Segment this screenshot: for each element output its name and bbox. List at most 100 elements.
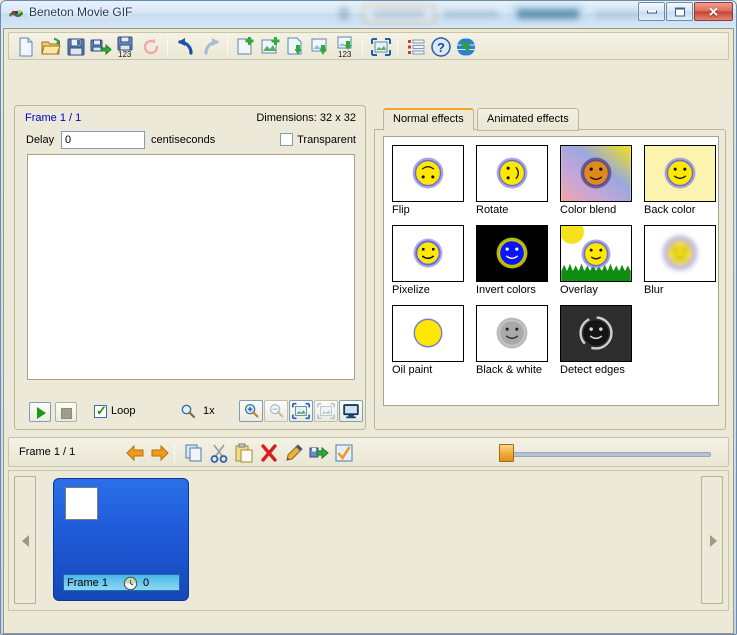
frame-thumbnail-caption: Frame 1 0 bbox=[63, 574, 180, 591]
next-frame-button[interactable] bbox=[150, 444, 170, 462]
copy-icon[interactable] bbox=[184, 443, 204, 463]
client-area: 123 123 ? Frame 1 / 1 Dimensions: 32 x 3… bbox=[3, 28, 734, 634]
effect-label: Flip bbox=[392, 204, 410, 216]
effect-thumbnail bbox=[644, 145, 716, 202]
transparent-checkbox[interactable] bbox=[280, 133, 293, 146]
resize-canvas-icon[interactable] bbox=[370, 36, 392, 58]
effect-thumbnail bbox=[392, 145, 464, 202]
effect-pixelize[interactable]: Pixelize bbox=[392, 225, 464, 296]
edit-pencil-icon[interactable] bbox=[284, 443, 304, 463]
chevron-right-icon bbox=[710, 535, 717, 547]
close-icon: ✕ bbox=[708, 4, 719, 19]
magnifier-icon bbox=[181, 404, 196, 419]
previous-frame-button[interactable] bbox=[125, 444, 145, 462]
new-icon[interactable] bbox=[15, 36, 37, 58]
effect-label: Color blend bbox=[560, 204, 617, 216]
effect-invert-colors[interactable]: Invert colors bbox=[476, 225, 548, 296]
cut-scissors-icon[interactable] bbox=[209, 443, 229, 463]
actual-size-button[interactable] bbox=[339, 400, 363, 422]
fit-window-button[interactable] bbox=[314, 400, 338, 422]
tab-normal-effects[interactable]: Normal effects bbox=[383, 108, 474, 131]
stop-button[interactable] bbox=[55, 402, 77, 422]
beneton-logo-icon bbox=[9, 10, 23, 18]
import-file-icon[interactable] bbox=[285, 36, 307, 58]
effect-label: Pixelize bbox=[392, 284, 430, 296]
effect-thumbnail bbox=[560, 305, 632, 362]
effect-oil-paint[interactable]: Oil paint bbox=[392, 305, 464, 376]
play-icon bbox=[37, 407, 46, 419]
application-window: Beneton Movie GIF ✕ 123 123 ? Frame 1 / … bbox=[0, 0, 737, 635]
main-toolbar: 123 123 ? bbox=[8, 32, 729, 60]
minimize-button[interactable] bbox=[638, 2, 665, 21]
background-ghost bbox=[595, 10, 639, 18]
scroll-right-button[interactable] bbox=[701, 476, 723, 604]
effect-label: Overlay bbox=[560, 284, 598, 296]
slider-thumb[interactable] bbox=[499, 444, 514, 462]
import-numbered-icon[interactable]: 123 bbox=[335, 36, 357, 59]
background-ghost bbox=[517, 9, 579, 19]
save-numbered-icon[interactable]: 123 bbox=[115, 36, 137, 59]
effect-blur[interactable]: Blur bbox=[644, 225, 716, 296]
new-frame-icon[interactable] bbox=[235, 36, 257, 58]
delay-units-label: centiseconds bbox=[151, 134, 216, 146]
move-frame-icon[interactable] bbox=[309, 443, 329, 463]
redo-icon[interactable] bbox=[200, 36, 222, 58]
help-icon[interactable]: ? bbox=[430, 36, 452, 58]
close-button[interactable]: ✕ bbox=[694, 2, 733, 21]
maximize-icon bbox=[674, 7, 685, 16]
background-ghost bbox=[339, 7, 349, 21]
frame-strip: Frame 1 0 bbox=[8, 470, 729, 611]
frame-name-label: Frame 1 bbox=[67, 577, 108, 589]
select-check-icon[interactable] bbox=[334, 443, 354, 463]
effect-thumbnail bbox=[476, 225, 548, 282]
preview-canvas[interactable] bbox=[27, 154, 355, 380]
effect-flip[interactable]: Flip bbox=[392, 145, 464, 216]
effect-back-color[interactable]: Back color bbox=[644, 145, 716, 216]
frame-thumbnail-item[interactable]: Frame 1 0 bbox=[53, 478, 189, 601]
effect-color-blend[interactable]: Color blend bbox=[560, 145, 632, 216]
maximize-button[interactable] bbox=[666, 2, 693, 21]
open-folder-icon[interactable] bbox=[40, 36, 62, 58]
zoom-in-button[interactable] bbox=[239, 400, 263, 422]
properties-list-icon[interactable] bbox=[405, 36, 427, 58]
web-globe-icon[interactable] bbox=[453, 36, 479, 58]
delay-input[interactable] bbox=[61, 131, 145, 149]
play-button[interactable] bbox=[29, 402, 51, 422]
effect-label: Rotate bbox=[476, 204, 509, 216]
preview-panel: Frame 1 / 1 Dimensions: 32 x 32 Delay ce… bbox=[14, 105, 366, 430]
save-icon[interactable] bbox=[65, 36, 87, 58]
effect-rotate[interactable]: Rotate bbox=[476, 145, 548, 216]
effect-label: Black & white bbox=[476, 364, 543, 376]
save-as-icon[interactable] bbox=[90, 36, 112, 58]
effects-grid: Flip Rotate Color blend Back color Pixel… bbox=[383, 136, 719, 406]
effect-label: Back color bbox=[644, 204, 696, 216]
slider-track[interactable] bbox=[501, 452, 711, 457]
svg-text:123: 123 bbox=[118, 50, 132, 58]
effect-overlay[interactable]: Overlay bbox=[560, 225, 632, 296]
tab-animated-effects[interactable]: Animated effects bbox=[477, 108, 579, 131]
effect-detect-edges[interactable]: Detect edges bbox=[560, 305, 632, 376]
effect-thumbnail bbox=[476, 145, 548, 202]
undo-icon[interactable] bbox=[175, 36, 197, 58]
check-icon: ✓ bbox=[96, 403, 107, 418]
insert-image-icon[interactable] bbox=[260, 36, 282, 58]
minimize-icon bbox=[646, 10, 657, 13]
paste-icon[interactable] bbox=[234, 443, 254, 463]
clock-icon bbox=[123, 576, 138, 591]
frame-strip-slider[interactable] bbox=[477, 443, 720, 463]
background-ghost bbox=[444, 10, 498, 18]
import-image-icon[interactable] bbox=[310, 36, 332, 58]
fit-image-button[interactable] bbox=[289, 400, 313, 422]
stop-icon bbox=[61, 408, 72, 419]
refresh-icon[interactable] bbox=[140, 36, 162, 58]
zoom-out-button[interactable] bbox=[264, 400, 288, 422]
window-title: Beneton Movie GIF bbox=[29, 5, 133, 19]
scroll-left-button[interactable] bbox=[14, 476, 36, 604]
zoom-level-label: 1x bbox=[203, 405, 215, 417]
effect-thumbnail bbox=[644, 225, 716, 282]
loop-checkbox[interactable]: ✓ bbox=[94, 403, 107, 418]
effect-black-and-white[interactable]: Black & white bbox=[476, 305, 548, 376]
delete-x-icon[interactable] bbox=[259, 443, 279, 463]
loop-label: Loop bbox=[111, 405, 136, 417]
chevron-left-icon bbox=[22, 535, 29, 547]
